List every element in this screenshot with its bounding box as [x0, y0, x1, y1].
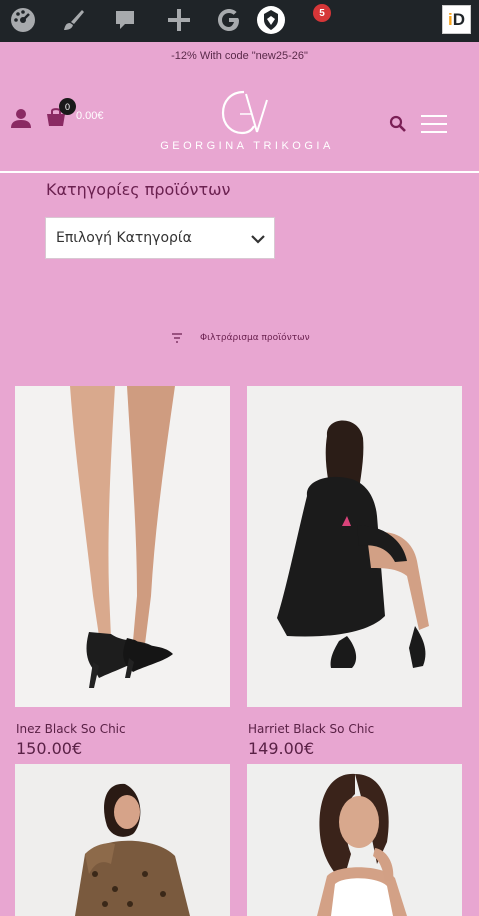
chevron-down-icon [251, 235, 265, 244]
plugin-shield-icon[interactable] [254, 4, 288, 36]
filter-icon [172, 333, 182, 343]
categories-title: Κατηγορίες προϊόντων [46, 180, 231, 199]
header-divider [0, 171, 479, 173]
account-icon[interactable] [10, 107, 32, 129]
category-select[interactable]: Επιλογή Κατηγορία [45, 217, 275, 259]
product-image[interactable] [15, 764, 230, 916]
product-image[interactable] [15, 386, 230, 707]
product-image[interactable] [247, 764, 462, 916]
cart-total[interactable]: 0.00€ [76, 110, 104, 122]
site-logo[interactable]: GEORGINA TRIKOGIA [140, 88, 354, 154]
product-image[interactable] [247, 386, 462, 707]
product-name[interactable]: Inez Black So Chic [16, 722, 126, 736]
id-logo-icon[interactable]: iD [442, 5, 471, 34]
promo-banner: -12% With code "new25-26" [171, 50, 308, 62]
product-price: 150.00€ [16, 739, 83, 758]
filter-products-button[interactable]: Φιλτράρισμα προϊόντων [171, 330, 310, 346]
comments-icon[interactable] [108, 4, 142, 36]
search-icon[interactable] [389, 115, 407, 133]
filter-label: Φιλτράρισμα προϊόντων [200, 333, 310, 343]
category-select-value: Επιλογή Κατηγορία [56, 230, 192, 246]
logo-text: GEORGINA TRIKOGIA [160, 140, 334, 152]
cart-count-badge: 0 [59, 98, 76, 115]
hamburger-menu-icon[interactable] [421, 114, 447, 134]
google-site-kit-icon[interactable] [212, 4, 246, 36]
customize-brush-icon[interactable] [56, 4, 90, 36]
add-new-icon[interactable] [162, 4, 196, 36]
logo-monogram-icon [221, 90, 268, 135]
admin-bar: 5 iD [0, 0, 479, 42]
id-logo-letter-d: D [452, 9, 465, 29]
dashboard-icon[interactable] [6, 4, 40, 36]
notification-badge[interactable]: 5 [313, 4, 331, 22]
product-price: 149.00€ [248, 739, 315, 758]
product-name[interactable]: Harriet Black So Chic [248, 722, 374, 736]
